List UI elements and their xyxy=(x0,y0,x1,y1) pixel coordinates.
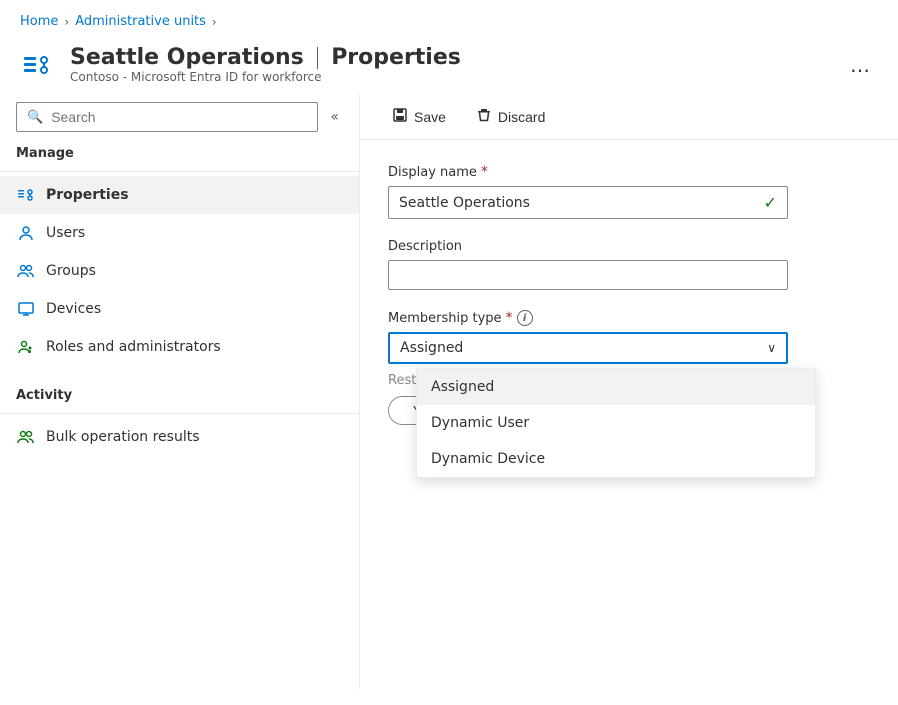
dropdown-chevron-icon: ∨ xyxy=(767,341,776,355)
page-section: Properties xyxy=(331,45,461,70)
display-name-field[interactable]: Seattle Operations ✓ xyxy=(388,186,788,219)
manage-section-header: Manage xyxy=(0,132,359,167)
membership-dropdown-menu: Assigned Dynamic User Dynamic Device xyxy=(416,368,816,478)
sidebar-item-properties[interactable]: Properties xyxy=(0,176,359,214)
properties-icon xyxy=(16,185,36,205)
sidebar-item-users[interactable]: Users xyxy=(0,214,359,252)
header-icon xyxy=(20,47,56,83)
display-name-value: Seattle Operations xyxy=(399,195,530,211)
display-name-label: Display name * xyxy=(388,164,870,180)
search-input[interactable] xyxy=(51,109,307,125)
header-subtitle: Contoso - Microsoft Entra ID for workfor… xyxy=(70,70,828,84)
search-icon: 🔍 xyxy=(27,110,43,125)
save-label: Save xyxy=(414,109,446,125)
form-content: Display name * Seattle Operations ✓ Desc… xyxy=(360,140,898,689)
valid-check-icon: ✓ xyxy=(764,193,777,212)
devices-icon xyxy=(16,299,36,319)
sidebar-label-devices: Devices xyxy=(46,301,101,317)
sidebar-label-roles: Roles and administrators xyxy=(46,339,221,355)
more-button[interactable]: … xyxy=(842,49,878,81)
discard-icon xyxy=(476,107,492,126)
users-icon xyxy=(16,223,36,243)
breadcrumb: Home › Administrative units › xyxy=(0,0,898,39)
dropdown-option-assigned[interactable]: Assigned xyxy=(417,369,815,405)
sidebar-label-groups: Groups xyxy=(46,263,96,279)
sidebar-item-roles[interactable]: Roles and administrators xyxy=(0,328,359,366)
header-title-block: Seattle Operations | Properties Contoso … xyxy=(70,45,828,84)
dropdown-option-dynamic-device[interactable]: Dynamic Device xyxy=(417,441,815,477)
page-title: Seattle Operations xyxy=(70,45,304,70)
membership-type-group: Membership type * i Assigned ∨ xyxy=(388,310,870,364)
membership-dropdown[interactable]: Assigned ∨ xyxy=(388,332,788,364)
required-marker: * xyxy=(481,164,488,180)
divider-manage xyxy=(0,171,359,172)
membership-selected: Assigned xyxy=(400,340,463,356)
sidebar-item-bulk[interactable]: Bulk operation results xyxy=(0,418,359,456)
display-name-group: Display name * Seattle Operations ✓ xyxy=(388,164,870,219)
sidebar-label-properties: Properties xyxy=(46,187,129,203)
sidebar-item-groups[interactable]: Groups xyxy=(0,252,359,290)
membership-type-label: Membership type * i xyxy=(388,310,870,326)
bulk-icon xyxy=(16,427,36,447)
membership-info-icon[interactable]: i xyxy=(517,310,533,326)
activity-section-header: Activity xyxy=(0,374,359,409)
page-header: Seattle Operations | Properties Contoso … xyxy=(0,39,898,94)
description-group: Description xyxy=(388,239,870,290)
description-label: Description xyxy=(388,239,870,254)
discard-button[interactable]: Discard xyxy=(464,102,557,131)
description-field[interactable] xyxy=(388,260,788,290)
save-button[interactable]: Save xyxy=(380,102,458,131)
breadcrumb-admin-units[interactable]: Administrative units xyxy=(75,14,206,29)
toolbar: Save Discard xyxy=(360,94,898,140)
main-content: Save Discard Display name * xyxy=(360,94,898,689)
sidebar-label-bulk: Bulk operation results xyxy=(46,429,200,445)
breadcrumb-home[interactable]: Home xyxy=(20,14,58,29)
sidebar-label-users: Users xyxy=(46,225,85,241)
discard-label: Discard xyxy=(498,109,545,125)
groups-icon xyxy=(16,261,36,281)
divider-activity xyxy=(0,413,359,414)
save-icon xyxy=(392,107,408,126)
main-layout: 🔍 « Manage Properties xyxy=(0,94,898,689)
roles-icon xyxy=(16,337,36,357)
sidebar-item-devices[interactable]: Devices xyxy=(0,290,359,328)
collapse-button[interactable]: « xyxy=(326,109,343,125)
search-box[interactable]: 🔍 xyxy=(16,102,318,132)
required-marker-2: * xyxy=(506,310,513,326)
sidebar: 🔍 « Manage Properties xyxy=(0,94,360,689)
dropdown-option-dynamic-user[interactable]: Dynamic User xyxy=(417,405,815,441)
